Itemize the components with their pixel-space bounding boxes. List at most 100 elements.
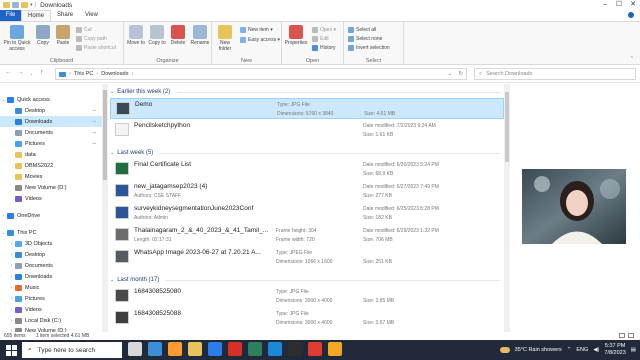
clock[interactable]: 5:37 PM 7/8/2023 [604,343,625,357]
photos-app-icon[interactable] [328,342,342,356]
chevron-right-icon[interactable]: › [8,296,15,302]
edge-icon[interactable] [268,342,282,356]
sidebar-item[interactable]: ⌄ This PC [0,227,102,238]
tab-view[interactable]: View [79,10,104,21]
search-input[interactable]: Search Downloads [486,71,532,77]
sidebar-item[interactable]: Desktop ⊸ [0,105,102,116]
breadcrumb-this-pc[interactable]: This PC [74,71,94,77]
tray-overflow-icon[interactable]: ⌃ [567,347,572,353]
file-row[interactable]: Final Certificate List Date modified: 6/3… [110,159,504,180]
pin-icon[interactable]: ⊸ [92,130,96,136]
chevron-down-icon[interactable]: ▾ [30,2,33,8]
pin-icon[interactable]: ⊸ [92,141,96,147]
sidebar-item[interactable]: › Videos [0,304,102,315]
weather-text[interactable]: 35°C Rain showers [515,347,562,353]
file-row[interactable]: Demo Type: JPG File Dimensions: 5760 x 384… [110,98,504,119]
scrollbar-thumb[interactable] [505,92,509,162]
copy-path-button[interactable]: Copy path [76,36,107,42]
search-box[interactable]: ⌕ Search Downloads [474,68,636,80]
sidebar-item[interactable]: › Desktop [0,249,102,260]
tiles-view-icon[interactable] [628,333,634,338]
group-header[interactable]: ⌄ Earlier this week (2) [108,87,504,97]
paste-button[interactable]: Paste [54,25,72,46]
tab-share[interactable]: Share [51,10,79,21]
chevron-right-icon[interactable]: › [8,307,15,313]
group-header[interactable]: ⌄ Last month (17) [108,275,504,285]
new-item-button[interactable]: New item ▾ [240,27,273,33]
maximize-icon[interactable]: ☐ [612,0,626,10]
file-row[interactable]: 1684308525088 Type: JPG File Dimensions: 3… [110,308,504,329]
file-row[interactable]: Thalainagaram_2_&_40_2023_&_41_Tamil_...… [110,225,504,246]
sidebar-item[interactable]: › New Volume (D:) [0,325,102,332]
new-folder-button[interactable]: New folder [214,25,236,52]
file-explorer-icon[interactable] [188,342,202,356]
chevron-down-icon[interactable]: ⌄ [0,97,7,103]
taskbar-search[interactable]: ⌕ Type here to search [22,342,122,358]
volume-icon[interactable]: ◀) [593,347,599,353]
paste-shortcut-button[interactable]: Paste shortcut [76,45,116,51]
chevron-right-icon[interactable]: › [8,285,15,291]
recent-locations-icon[interactable]: ⌄ [29,71,33,77]
word-icon[interactable] [208,342,222,356]
properties-quick-icon[interactable] [12,2,19,8]
chevron-down-icon[interactable]: ⌄ [110,89,114,95]
chevron-right-icon[interactable]: › [8,274,15,280]
file-row[interactable]: surveykidneysegmentationJune2023Conf Auth… [110,203,504,224]
history-button[interactable]: History [312,45,336,51]
headset-app-icon[interactable] [128,342,142,356]
start-button[interactable] [2,343,20,357]
file-row[interactable]: WhatsApp Image 2023-06-27 at 7.20.21 A..… [110,247,504,268]
tab-home[interactable]: Home [21,10,52,21]
chevron-right-icon[interactable]: › [0,213,7,219]
chevron-down-icon[interactable]: ⌄ [110,150,114,156]
file-row[interactable]: new_jatagamsep2023 (4) Authors: CSE STAFF… [110,181,504,202]
refresh-icon[interactable]: ↻ [458,71,463,77]
minimize-icon[interactable]: – [598,0,612,10]
open-button[interactable]: Open ▾ [312,27,336,33]
details-view-icon[interactable] [619,333,625,338]
group-header[interactable]: ⌄ Last week (5) [108,148,504,158]
properties-button[interactable]: Properties [284,25,308,46]
sidebar-item[interactable]: › 3D Objects [0,238,102,249]
new-folder-quick-icon[interactable] [21,2,28,8]
sidebar-item[interactable]: › OneDrive [0,210,102,221]
sidebar-item[interactable]: › Downloads [0,271,102,282]
sidebar-item[interactable]: Pictures ⊸ [0,138,102,149]
forward-arrow-icon[interactable]: → [17,69,24,76]
help-icon[interactable] [628,12,634,18]
firefox-icon[interactable] [168,342,182,356]
sidebar-item[interactable]: Downloads ⊸ [0,116,102,127]
invert-selection-button[interactable]: Invert selection [348,45,390,51]
close-icon[interactable]: ✕ [626,0,640,10]
excel-icon[interactable] [248,342,262,356]
delete-button[interactable]: Delete [168,25,188,46]
copy-button[interactable]: Copy [34,25,52,46]
file-row[interactable]: 1684308525080 Type: JPG File Dimensions: 3… [110,286,504,307]
back-arrow-icon[interactable]: ← [5,69,12,76]
taskbar-search-input[interactable]: Type here to search [38,347,95,354]
pin-quick-access-button[interactable]: Pin to Quick access [2,25,32,52]
cut-button[interactable]: Cut [76,27,92,33]
address-bar[interactable]: › This PC › Downloads › ⌄ ↻ [55,68,467,80]
sidebar-item[interactable]: ⌄ Quick access [0,94,102,105]
collapse-ribbon-icon[interactable]: ⌃ [630,56,634,62]
sidebar-item[interactable]: DBMS2022 [0,160,102,171]
media-app-icon[interactable] [308,342,322,356]
task-view-icon[interactable] [148,342,162,356]
chevron-right-icon[interactable]: › [8,318,15,324]
sidebar-item[interactable]: › Pictures [0,293,102,304]
chevron-right-icon[interactable]: › [8,241,15,247]
music-app-icon[interactable] [288,342,302,356]
sidebar-item[interactable]: data [0,149,102,160]
chevron-down-icon[interactable]: ⌄ [0,230,7,236]
rename-button[interactable]: Rename [189,25,211,46]
language-indicator[interactable]: ENG [576,347,588,353]
select-none-button[interactable]: Select none [348,36,382,42]
sidebar-item[interactable]: New Volume (D:) [0,182,102,193]
sidebar-item[interactable]: › Documents [0,260,102,271]
up-arrow-icon[interactable]: ↑ [40,69,44,76]
chevron-right-icon[interactable]: › [8,252,15,258]
scrollbar-thumb[interactable] [103,90,107,180]
edit-button[interactable]: Edit [312,36,329,42]
select-all-button[interactable]: Select all [348,27,376,33]
